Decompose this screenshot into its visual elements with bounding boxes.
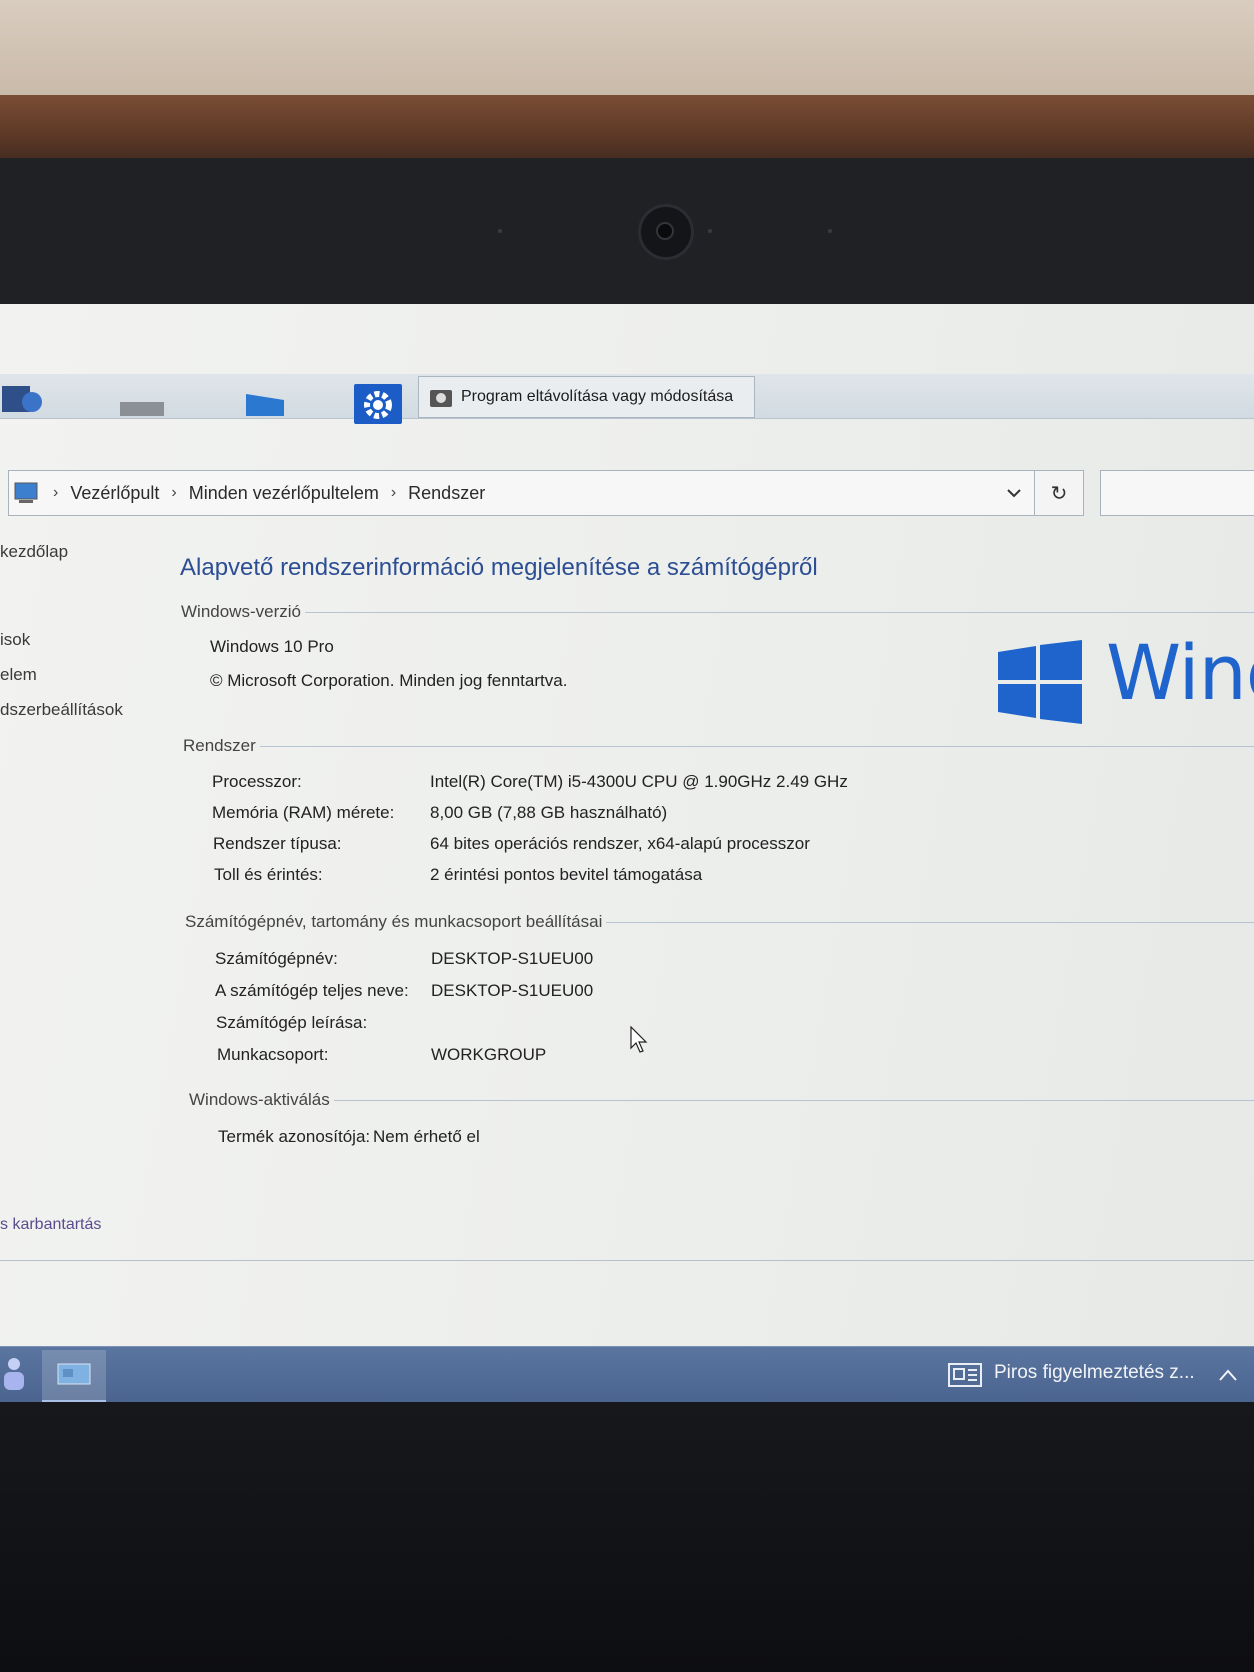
section-header: Windows-aktiválás	[189, 1090, 330, 1109]
nav-item-elem[interactable]: elem	[0, 665, 37, 685]
page-title: Alapvető rendszerinformáció megjelenítés…	[180, 554, 818, 581]
full-computer-name-value: DESKTOP-S1UEU00	[431, 981, 594, 1000]
breadcrumb-minden-vezerlopultelem[interactable]: Minden vezérlőpultelem	[189, 483, 379, 504]
computer-name-label: Számítógépnév:	[215, 949, 338, 968]
breadcrumb-separator: ›	[390, 484, 397, 501]
mouse-cursor-icon	[630, 1026, 648, 1053]
media-icon[interactable]	[2, 382, 42, 416]
breadcrumb-vezerlopult[interactable]: Vezérlőpult	[70, 483, 159, 504]
windows-logo-text: Wind	[1106, 628, 1254, 717]
news-icon[interactable]	[948, 1362, 982, 1388]
section-windows-activation: Windows-aktiválás	[189, 1090, 1254, 1110]
background-wall	[0, 0, 1254, 100]
control-panel-icon	[57, 1363, 91, 1385]
taskbar-control-panel-button[interactable]	[42, 1350, 106, 1402]
section-windows-version: Windows-verzió	[181, 602, 1254, 622]
folder-icon[interactable]	[244, 390, 288, 416]
product-id-value: Nem érhető el	[373, 1127, 480, 1146]
computer-name-value: DESKTOP-S1UEU00	[431, 949, 594, 968]
product-id-label: Termék azonosítója:	[218, 1127, 371, 1146]
nav-link-karbantartas[interactable]: s karbantartás	[0, 1216, 101, 1234]
windows-copyright: © Microsoft Corporation. Minden jog fenn…	[210, 671, 568, 690]
workgroup-value: WORKGROUP	[431, 1045, 547, 1064]
address-history-dropdown[interactable]	[994, 470, 1035, 516]
device-icon[interactable]	[118, 394, 166, 416]
nav-item-rendszerbeallitasok[interactable]: dszerbeállítások	[0, 700, 123, 720]
processor-value: Intel(R) Core(TM) i5-4300U CPU @ 1.90GHz…	[430, 772, 848, 791]
breadcrumb-separator: ›	[171, 484, 177, 501]
breadcrumb-rendszer[interactable]: Rendszer	[408, 483, 485, 504]
program-uninstall-label: Program eltávolítása vagy módosítása	[461, 388, 734, 405]
full-computer-name-label: A számítógép teljes neve:	[215, 981, 409, 1000]
bezel-sensor	[498, 229, 502, 233]
section-computer-name: Számítógépnév, tartomány és munkacsoport…	[185, 912, 1254, 932]
system-type-value: 64 bites operációs rendszer, x64-alapú p…	[430, 834, 810, 853]
memory-label: Memória (RAM) mérete:	[212, 803, 395, 822]
search-input[interactable]	[1100, 470, 1254, 516]
bezel-sensor	[708, 229, 712, 233]
section-divider	[606, 921, 1254, 923]
section-header: Rendszer	[183, 736, 256, 755]
nav-item-kezdolap[interactable]: kezdőlap	[0, 542, 68, 562]
gear-icon	[364, 391, 392, 419]
chevron-up-icon[interactable]	[1218, 1368, 1238, 1382]
webcam	[638, 204, 694, 260]
windows-edition: Windows 10 Pro	[210, 637, 334, 656]
computer-description-label: Számítógép leírása:	[216, 1013, 368, 1032]
news-widget-text[interactable]: Piros figyelmeztetés z...	[994, 1362, 1195, 1384]
programs-icon	[430, 390, 452, 407]
section-divider	[259, 745, 1254, 747]
refresh-button[interactable]: ↻	[1034, 470, 1084, 516]
laptop-bezel-bottom	[0, 1402, 1254, 1672]
program-uninstall-tooltip[interactable]: Program eltávolítása vagy módosítása	[418, 376, 755, 418]
section-system: Rendszer	[183, 736, 1254, 756]
settings-button[interactable]	[354, 384, 402, 424]
nav-item-isok[interactable]: isok	[0, 630, 30, 650]
screen: Program eltávolítása vagy módosítása › V…	[0, 304, 1254, 1402]
bezel-sensor	[828, 229, 832, 233]
memory-value: 8,00 GB (7,88 GB használható)	[430, 803, 668, 822]
teams-icon[interactable]	[0, 1356, 28, 1392]
pen-touch-value: 2 érintési pontos bevitel támogatása	[430, 865, 703, 884]
address-bar[interactable]: › Vezérlőpult › Minden vezérlőpultelem ›…	[8, 470, 1084, 516]
pen-touch-label: Toll és érintés:	[214, 865, 323, 884]
section-divider	[333, 1099, 1254, 1101]
windows-logo-icon	[998, 640, 1082, 724]
section-divider	[304, 611, 1254, 613]
background-shelf	[0, 95, 1254, 165]
section-header: Windows-verzió	[181, 602, 301, 621]
breadcrumb-separator: ›	[53, 484, 59, 501]
control-panel-icon	[14, 482, 38, 503]
window-bottom-divider	[0, 1260, 1254, 1261]
workgroup-label: Munkacsoport:	[217, 1045, 329, 1064]
processor-label: Processzor:	[212, 772, 302, 791]
section-header: Számítógépnév, tartomány és munkacsoport…	[185, 912, 603, 931]
refresh-icon: ↻	[1050, 482, 1068, 505]
system-type-label: Rendszer típusa:	[213, 834, 342, 853]
chevron-down-icon	[1007, 489, 1021, 498]
